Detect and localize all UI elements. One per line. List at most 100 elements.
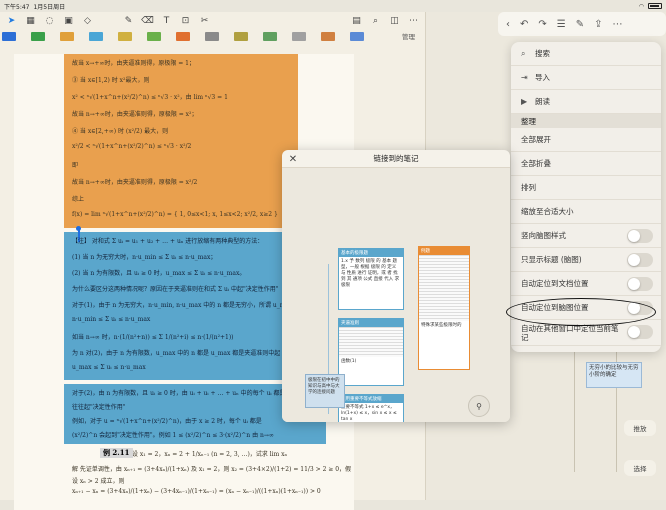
color-palette: 管理 — [0, 30, 425, 42]
toggle-switch[interactable] — [627, 229, 653, 243]
color-swatch[interactable] — [263, 31, 277, 41]
note-card-text: 函数(1) — [341, 359, 357, 364]
share-icon[interactable]: ⇪ — [594, 19, 602, 30]
menu-item-label: 竖向脑图样式 — [521, 231, 566, 240]
menu-group-header: 整理 — [511, 114, 661, 128]
more-icon[interactable]: ⋯ — [408, 16, 419, 27]
redo-icon[interactable]: ↷ — [538, 19, 546, 30]
mindmap-icon[interactable]: ⚲ — [468, 395, 490, 417]
page-text-line: f(x) = lim ⁿ√(1+x^n+(x²/2)^n) = { 1, 0≤x… — [72, 211, 278, 218]
note-card-text: 特殊求某些极限时的 — [421, 323, 462, 328]
grid-icon[interactable]: ▦ — [25, 16, 36, 27]
color-swatch[interactable] — [234, 31, 248, 41]
note-thumbnail — [339, 327, 403, 357]
highlighted-text-line: n·u_min ≤ Σ uᵢ ≤ n·u_max — [72, 316, 151, 323]
list-icon[interactable]: ☰ — [557, 19, 566, 30]
select-button[interactable]: 选择 — [624, 460, 656, 476]
menu-item[interactable]: ⇥ 导入 — [511, 66, 661, 90]
more-icon[interactable]: ⋯ — [613, 19, 623, 30]
highlighted-text-line: 对于(2)，由 n 为有限数，且 uᵢ ≥ 0 时，由 uᵢ + uᵢ + … … — [72, 390, 286, 397]
color-swatch[interactable] — [321, 31, 335, 41]
menu-item-label: 搜索 — [535, 49, 550, 58]
pen-icon[interactable]: ✎ — [123, 16, 134, 27]
close-icon[interactable]: ✕ — [286, 152, 300, 166]
menu-item[interactable]: ⌕ 搜索 — [511, 42, 661, 66]
search-icon[interactable]: ⌕ — [370, 16, 381, 27]
text-box-icon[interactable]: T — [161, 16, 172, 27]
note-card[interactable]: 基本的极限题 1.x 予 数列 极限 的 基本 题 型，一般 根据 极限 的 定… — [338, 248, 404, 310]
import-icon: ⇥ — [521, 73, 528, 82]
note-card-title: 基本的极限题 — [339, 249, 403, 257]
highlighted-text-line: 为 n 对(2)，由于 n 为有限数，u_max 中的 n 都是 u_max 都… — [72, 350, 281, 357]
page-text-line: 解 先证单调性，由 xₙ₊₁ = (3+4xₙ)/(1+xₙ) 及 x₁ = 2… — [72, 466, 352, 473]
color-swatch[interactable] — [118, 31, 132, 41]
pointer-tool-icon[interactable]: ➤ — [6, 16, 17, 27]
status-right: ◠ — [639, 3, 662, 10]
image-icon[interactable]: ▣ — [63, 16, 74, 27]
menu-item[interactable]: ▶ 朗读 — [511, 90, 661, 114]
highlighted-text-line: u_max ≤ Σ uᵢ ≤ n·u_max — [72, 364, 146, 371]
note-card-text: 重要不等式 1+x ≤ e^x，ln(1+x) ≤ x，sin x ≤ x ≤ … — [341, 405, 397, 422]
selection-dot[interactable] — [76, 226, 81, 231]
color-swatch[interactable] — [31, 31, 45, 41]
note-card-highlighted[interactable]: 例题 特殊求某些极限时的 — [418, 246, 470, 370]
menu-item-label: 自动在其他窗口中定位当前笔记 — [521, 323, 619, 342]
highlighted-text-line: 往往起"决定性作用" — [72, 404, 126, 411]
color-swatch[interactable] — [2, 31, 16, 41]
menu-item[interactable]: 排列 — [511, 176, 661, 200]
example-label: 例 2.11 — [100, 448, 133, 458]
dialog-header: ✕ 链接到的笔记 — [282, 150, 510, 168]
zoom-button[interactable]: 推放 — [624, 420, 656, 436]
toggle-switch[interactable] — [627, 325, 653, 339]
page-text-line: xₙ₊₁ − xₙ = (3+4xₙ)/(1+xₙ) − (3+4xₙ₋₁)/(… — [72, 488, 321, 495]
document-toolbar: ➤ ▦ ◌ ▣ ◇ ✎ ⌫ T ⊡ ✂ ▤ ⌕ ◫ ⋯ — [0, 12, 425, 30]
toggle-switch[interactable] — [627, 277, 653, 291]
eraser-icon[interactable]: ⌫ — [141, 16, 154, 27]
mindmap-toolbar: ‹ ↶ ↷ ☰ ✎ ⇪ ⋯ — [498, 12, 666, 36]
page-text-line: x² < ⁿ√(1+x^n+(x²/2)^n) ≤ ⁿ√3 · x²，由 lim… — [72, 94, 228, 101]
note-tooltip: 极限在初中中的知识与高中与大学的连接问题 — [305, 374, 345, 408]
shape-icon[interactable]: ◇ — [82, 16, 93, 27]
menu-item-label: 朗读 — [535, 97, 550, 106]
menu-item[interactable]: 缩放至合适大小 — [511, 200, 661, 224]
color-swatch[interactable] — [60, 31, 74, 41]
undo-icon[interactable]: ↶ — [520, 19, 528, 30]
menu-toggle-item[interactable]: 自动定位到文档位置 — [511, 272, 661, 296]
mindmap-note[interactable]: 无穷小的比较与无穷小阶的确定 — [586, 362, 642, 388]
manage-button[interactable]: 管理 — [402, 31, 415, 41]
dialog-title: 链接到的笔记 — [373, 154, 419, 163]
color-swatch[interactable] — [350, 31, 364, 41]
note-card[interactable]: 夹逼准则 函数(1) — [338, 318, 404, 386]
bookmark-icon[interactable]: ◫ — [389, 16, 400, 27]
status-bar: 下午5:47 1月5日周日 ◠ — [0, 0, 666, 12]
toggle-switch[interactable] — [627, 253, 653, 267]
edit-icon[interactable]: ✎ — [576, 19, 584, 30]
menu-toggle-item[interactable]: 只显示标题 (脑图) — [511, 248, 661, 272]
status-date: 1月5日周日 — [33, 3, 66, 11]
color-swatch[interactable] — [205, 31, 219, 41]
menu-toggle-item[interactable]: 竖向脑图样式 — [511, 224, 661, 248]
scissors-icon[interactable]: ✂ — [199, 16, 210, 27]
menu-item-label: 自动定位到文档位置 — [521, 279, 589, 288]
back-icon[interactable]: ‹ — [506, 19, 510, 30]
page-text-line: ④ 当 x∈[2,+∞) 时 (x²/2) 最大，则 — [72, 128, 169, 135]
lasso-icon[interactable]: ◌ — [44, 16, 55, 27]
color-swatch[interactable] — [147, 31, 161, 41]
color-swatch[interactable] — [89, 31, 103, 41]
color-swatch[interactable] — [176, 31, 190, 41]
search-icon: ⌕ — [521, 48, 526, 58]
status-time: 下午5:47 — [4, 3, 30, 11]
color-swatch[interactable] — [292, 31, 306, 41]
page-text-line: 设 x₁ = 2，xₙ = 2 + 1/xₙ₋₁ (n = 2, 3, …)，试… — [132, 451, 288, 458]
select-box-icon[interactable]: ⊡ — [180, 16, 191, 27]
menu-item[interactable]: 全部折叠 — [511, 152, 661, 176]
highlighted-text-line: 对于(1)，由于 n 为无穷大，n·u_min, n·u_max 中的 n 都是… — [72, 302, 293, 309]
note-card-title: 利用重要不等式放缩 — [339, 395, 403, 403]
page-text-line: 综上 — [72, 196, 85, 203]
page-text-line: 即 — [72, 162, 79, 169]
menu-item[interactable]: 全部展开 — [511, 128, 661, 152]
document-icon[interactable]: ▤ — [351, 16, 362, 27]
highlighted-text-line: (x²/2)^n 会起到"决定性作用"。例如 1 ≤ (x²/2)^n ≤ 3·… — [72, 432, 274, 439]
highlighted-text-line: 例如，对于 u = ⁿ√(1+x^n+(x²/2)^n)，由于 x ≥ 2 时，… — [72, 418, 262, 425]
note-card[interactable]: 利用重要不等式放缩 重要不等式 1+x ≤ e^x，ln(1+x) ≤ x，si… — [338, 394, 404, 422]
